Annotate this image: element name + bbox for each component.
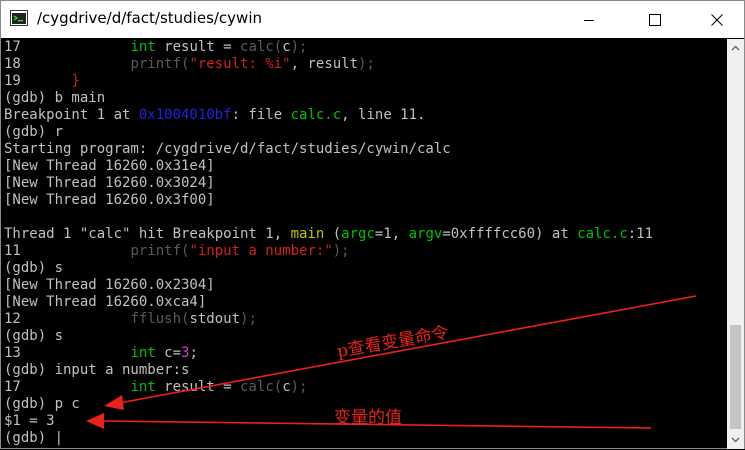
terminal-text: c xyxy=(282,39,291,55)
terminal-text: Breakpoint 1 at xyxy=(4,107,139,123)
terminal-text: main xyxy=(290,226,325,242)
scrollbar-thumb[interactable] xyxy=(730,325,741,429)
terminal-text: argv xyxy=(408,226,443,242)
maximize-icon xyxy=(649,13,661,26)
terminal-text: 19 xyxy=(4,73,72,89)
terminal-text: 0x1004010bf xyxy=(138,107,232,123)
terminal-line: 17 int result = calc(c); xyxy=(4,379,726,396)
terminal-text: calc( xyxy=(240,39,283,55)
terminal-text: ); xyxy=(290,39,308,55)
terminal-text: [New Thread 16260.0xca4] xyxy=(4,294,207,310)
terminal-text: (gdb) | xyxy=(4,430,64,446)
terminal-text: ; xyxy=(189,345,198,361)
terminal-text: [New Thread 16260.0x3f00] xyxy=(4,192,215,208)
terminal-text: calc.c xyxy=(577,226,628,242)
terminal-line: Breakpoint 1 at 0x1004010bf: file calc.c… xyxy=(4,107,726,124)
terminal-text: int xyxy=(130,39,156,55)
terminal-line: [New Thread 16260.0x2304] xyxy=(4,277,726,294)
terminal-line: (gdb) s xyxy=(4,260,726,277)
terminal-text: 17 xyxy=(4,379,131,395)
terminal-text: (gdb) input a number:s xyxy=(4,362,190,378)
terminal-text: result = xyxy=(155,39,241,55)
terminal-text: 12 xyxy=(4,311,131,327)
minimize-icon xyxy=(584,19,594,21)
terminal-line: 11 printf("input a number:"); xyxy=(4,243,726,260)
terminal-text: (gdb) p c xyxy=(4,396,80,412)
terminal-line: 19 } xyxy=(4,73,726,90)
terminal-text: 13 xyxy=(4,345,131,361)
terminal-text: c xyxy=(282,379,291,395)
terminal-text: Thread 1 "calc" hit Breakpoint 1, xyxy=(4,226,291,242)
terminal-text: [New Thread 16260.0x3024] xyxy=(4,175,215,191)
terminal-text: c= xyxy=(155,345,182,361)
terminal-text: , line 11. xyxy=(341,107,426,123)
terminal-text: result = xyxy=(155,379,241,395)
terminal-text: (gdb) r xyxy=(4,124,64,140)
terminal-text: 11 xyxy=(4,243,131,259)
terminal-text: =0xffffcc60) at xyxy=(442,226,578,242)
annotation-label-variable-value: 变量的值 xyxy=(334,408,402,428)
terminal-line: (gdb) r xyxy=(4,124,726,141)
maximize-button[interactable] xyxy=(632,1,678,38)
terminal-text: 18 xyxy=(4,56,131,72)
terminal-text: Starting program: /cygdrive/d/fact/studi… xyxy=(4,141,451,157)
terminal-text: (gdb) s xyxy=(4,328,64,344)
scroll-down-icon[interactable] xyxy=(731,435,740,444)
terminal-text: int xyxy=(130,345,156,361)
terminal-line: 12 fflush(stdout); xyxy=(4,311,726,328)
terminal-line: 17 int result = calc(c); xyxy=(4,39,726,56)
minimize-button[interactable] xyxy=(566,1,612,38)
terminal-text: [New Thread 16260.0x31e4] xyxy=(4,158,215,174)
terminal-line: [New Thread 16260.0x3f00] xyxy=(4,192,726,209)
terminal-text: argc xyxy=(341,226,375,242)
terminal-text: =1, xyxy=(374,226,409,242)
terminal-line: [New Thread 16260.0x31e4] xyxy=(4,158,726,175)
window-title: /cygdrive/d/fact/studies/cywin xyxy=(37,9,262,27)
terminal-line: (gdb) input a number:s xyxy=(4,362,726,379)
terminal-line: Starting program: /cygdrive/d/fact/studi… xyxy=(4,141,726,158)
terminal-text: printf( xyxy=(130,243,190,259)
terminal-line: Thread 1 "calc" hit Breakpoint 1, main (… xyxy=(4,226,726,243)
terminal-text: ); xyxy=(358,56,375,72)
scroll-up-icon[interactable] xyxy=(731,44,740,53)
terminal-text: :11 xyxy=(627,226,654,242)
terminal-text: 17 xyxy=(4,39,131,55)
terminal-text: [New Thread 16260.0x2304] xyxy=(4,277,215,293)
terminal-text: ( xyxy=(324,226,342,242)
terminal-line: (gdb) b main xyxy=(4,90,726,107)
terminal-text: (gdb) b main xyxy=(4,90,106,106)
terminal-line: (gdb) | xyxy=(4,430,726,447)
terminal-text: ); xyxy=(290,379,308,395)
terminal-text: ); xyxy=(240,311,257,327)
terminal-text: } xyxy=(71,73,80,89)
terminal-text: ); xyxy=(332,243,350,259)
terminal-text: fflush( xyxy=(130,311,190,327)
terminal-text: calc.c xyxy=(290,107,342,123)
title-bar[interactable]: /cygdrive/d/fact/studies/cywin xyxy=(1,1,744,38)
terminal-window: /cygdrive/d/fact/studies/cywin 17 int re… xyxy=(0,0,745,449)
terminal-text: stdout xyxy=(189,311,241,327)
terminal-text: $1 = 3 xyxy=(4,413,55,429)
terminal-app-icon xyxy=(10,10,28,26)
terminal-line: [New Thread 16260.0x3024] xyxy=(4,175,726,192)
terminal-text: "input a number:" xyxy=(189,243,333,259)
terminal-text: : file xyxy=(231,107,291,123)
close-icon xyxy=(711,13,723,26)
terminal-line: 18 printf("result: %i", result); xyxy=(4,56,726,73)
terminal-text: calc( xyxy=(240,379,283,395)
terminal-line: [New Thread 16260.0xca4] xyxy=(4,294,726,311)
terminal-text: (gdb) s xyxy=(4,260,64,276)
vertical-scrollbar[interactable] xyxy=(727,39,744,449)
terminal-text: printf( xyxy=(130,56,190,72)
terminal-output[interactable]: 17 int result = calc(c); 18 printf("resul… xyxy=(4,39,726,449)
close-button[interactable] xyxy=(694,1,740,38)
terminal-text: int xyxy=(130,379,156,395)
terminal-text: , result xyxy=(290,56,359,72)
terminal-text: "result: %i" xyxy=(189,56,291,72)
